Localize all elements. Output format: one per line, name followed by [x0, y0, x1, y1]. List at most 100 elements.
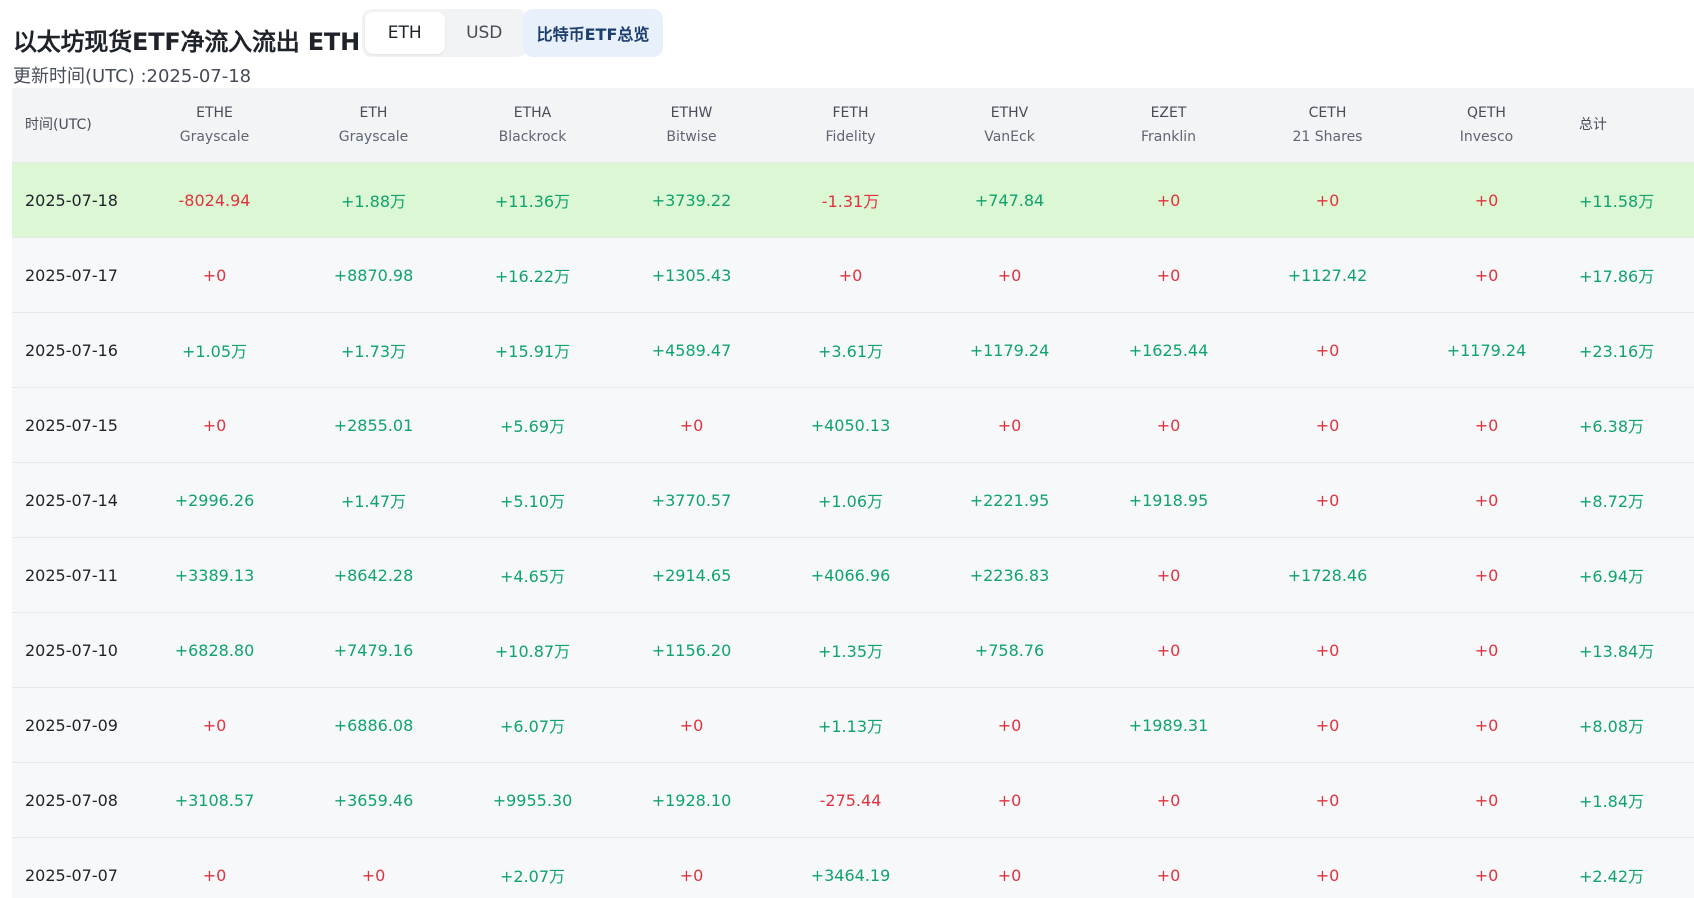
table-row: 2025-07-10 +6828.80 +7479.16 +10.87万 +1156.2…: [12, 613, 1694, 688]
flow-cell-ceth: +0: [1315, 340, 1340, 360]
flow-cell-qeth: +0: [1474, 415, 1499, 435]
row-total: +2.42万: [1579, 867, 1645, 886]
flow-cell-ethv: +2236.83: [969, 565, 1050, 585]
etf-flow-table: 时间(UTC) ETHE Grayscale ETH Grayscale ETH…: [12, 88, 1694, 898]
flow-cell-ethe: +0: [202, 265, 227, 285]
flow-cell-eth: +0: [361, 865, 386, 885]
row-date: 2025-07-15: [25, 415, 118, 435]
flow-cell-ethv: +0: [997, 415, 1022, 435]
flow-cell-ezet: +0: [1156, 865, 1181, 885]
row-date: 2025-07-17: [25, 265, 118, 285]
row-total: +13.84万: [1579, 642, 1655, 661]
flow-cell-etha: +5.10万: [499, 492, 566, 511]
bitcoin-etf-overview-button[interactable]: 比特币ETF总览: [523, 9, 663, 57]
flow-cell-etha: +16.22万: [494, 267, 571, 286]
flow-cell-eth: +2855.01: [333, 415, 414, 435]
table-row: 2025-07-09 +0 +6886.08 +6.07万 +0 +1.13万 +0 +198…: [12, 688, 1694, 763]
flow-cell-etha: +2.07万: [499, 867, 566, 886]
update-time: 更新时间(UTC) :2025-07-18: [13, 66, 252, 87]
column-header-time: 时间(UTC): [25, 117, 92, 133]
row-date: 2025-07-11: [25, 565, 118, 585]
row-date: 2025-07-08: [25, 790, 118, 810]
row-total: +8.08万: [1579, 717, 1645, 736]
row-date: 2025-07-16: [25, 340, 118, 360]
flow-cell-ethw: +0: [679, 715, 704, 735]
flow-cell-ceth: +1127.42: [1287, 265, 1368, 285]
row-date: 2025-07-18: [25, 190, 118, 210]
flow-cell-ethw: +0: [679, 865, 704, 885]
flow-cell-ethv: +0: [997, 265, 1022, 285]
flow-cell-ezet: +0: [1156, 190, 1181, 210]
flow-cell-feth: +1.13万: [817, 717, 884, 736]
flow-cell-feth: +4050.13: [810, 415, 891, 435]
flow-cell-ceth: +0: [1315, 715, 1340, 735]
flow-cell-eth: +1.88万: [340, 192, 407, 211]
row-total: +6.94万: [1579, 567, 1645, 586]
flow-cell-etha: +6.07万: [499, 717, 566, 736]
row-total: +11.58万: [1579, 192, 1655, 211]
flow-cell-ceth: +0: [1315, 415, 1340, 435]
flow-cell-ethe: +0: [202, 415, 227, 435]
flow-cell-eth: +8642.28: [333, 565, 414, 585]
flow-cell-feth: +3.61万: [817, 342, 884, 361]
table-row: 2025-07-11 +3389.13 +8642.28 +4.65万 +2914.65…: [12, 538, 1694, 613]
unit-toggle: ETH USD: [362, 9, 527, 57]
unit-usd-button[interactable]: USD: [445, 12, 525, 54]
flow-cell-qeth: +0: [1474, 490, 1499, 510]
flow-cell-eth: +6886.08: [333, 715, 414, 735]
table-row: 2025-07-08 +3108.57 +3659.46 +9955.30 +1928.…: [12, 763, 1694, 838]
flow-cell-eth: +8870.98: [333, 265, 414, 285]
flow-cell-ethw: +1156.20: [651, 640, 732, 660]
flow-cell-ethe: +2996.26: [174, 490, 255, 510]
flow-cell-feth: +4066.96: [810, 565, 891, 585]
column-header-ethv: ETHV VanEck: [984, 105, 1035, 145]
flow-cell-ethv: +2221.95: [969, 490, 1050, 510]
flow-cell-etha: +10.87万: [494, 642, 571, 661]
table-row: 2025-07-17 +0 +8870.98 +16.22万 +1305.43 +0 +0 +…: [12, 238, 1694, 313]
flow-cell-ethw: +2914.65: [651, 565, 732, 585]
flow-cell-ethv: +747.84: [974, 190, 1045, 210]
flow-cell-feth: +3464.19: [810, 865, 891, 885]
row-total: +8.72万: [1579, 492, 1645, 511]
flow-cell-qeth: +0: [1474, 265, 1499, 285]
table-row: 2025-07-14 +2996.26 +1.47万 +5.10万 +3770.57 +1…: [12, 463, 1694, 538]
flow-cell-ezet: +1918.95: [1128, 490, 1209, 510]
flow-cell-etha: +9955.30: [492, 790, 573, 810]
flow-cell-eth: +1.73万: [340, 342, 407, 361]
flow-cell-qeth: +0: [1474, 565, 1499, 585]
column-header-ezet: EZET Franklin: [1140, 105, 1196, 145]
flow-cell-feth: +1.06万: [817, 492, 884, 511]
flow-cell-qeth: +0: [1474, 640, 1499, 660]
flow-cell-ethw: +3770.57: [651, 490, 732, 510]
flow-cell-ceth: +0: [1315, 790, 1340, 810]
flow-cell-ethw: +3739.22: [651, 190, 732, 210]
row-total: +17.86万: [1579, 267, 1655, 286]
flow-cell-feth: +0: [838, 265, 863, 285]
flow-cell-ezet: +1625.44: [1128, 340, 1209, 360]
flow-cell-ethe: -8024.94: [178, 190, 251, 210]
flow-cell-ezet: +0: [1156, 265, 1181, 285]
flow-cell-feth: -1.31万: [821, 192, 880, 211]
page-title: 以太坊现货ETF净流入流出 ETH: [13, 28, 360, 56]
flow-cell-ethe: +3389.13: [174, 565, 255, 585]
flow-cell-ethe: +1.05万: [181, 342, 248, 361]
column-header-eth: ETH Grayscale: [338, 105, 409, 145]
flow-cell-ceth: +0: [1315, 865, 1340, 885]
flow-cell-ethv: +1179.24: [969, 340, 1050, 360]
flow-cell-eth: +1.47万: [340, 492, 407, 511]
column-header-feth: FETH Fidelity: [825, 105, 876, 145]
column-header-ethw: ETHW Bitwise: [666, 105, 717, 145]
flow-cell-ezet: +0: [1156, 640, 1181, 660]
flow-cell-feth: +1.35万: [817, 642, 884, 661]
flow-cell-ethw: +1305.43: [651, 265, 732, 285]
flow-cell-qeth: +0: [1474, 715, 1499, 735]
flow-cell-ethe: +3108.57: [174, 790, 255, 810]
flow-cell-ceth: +1728.46: [1287, 565, 1368, 585]
flow-cell-ethe: +0: [202, 715, 227, 735]
flow-cell-ethe: +0: [202, 865, 227, 885]
flow-cell-etha: +4.65万: [499, 567, 566, 586]
table-row: 2025-07-18 -8024.94 +1.88万 +11.36万 +3739.22 -…: [12, 163, 1694, 238]
row-total: +6.38万: [1579, 417, 1645, 436]
column-header-ethe: ETHE Grayscale: [179, 105, 250, 145]
unit-eth-button[interactable]: ETH: [365, 12, 445, 54]
